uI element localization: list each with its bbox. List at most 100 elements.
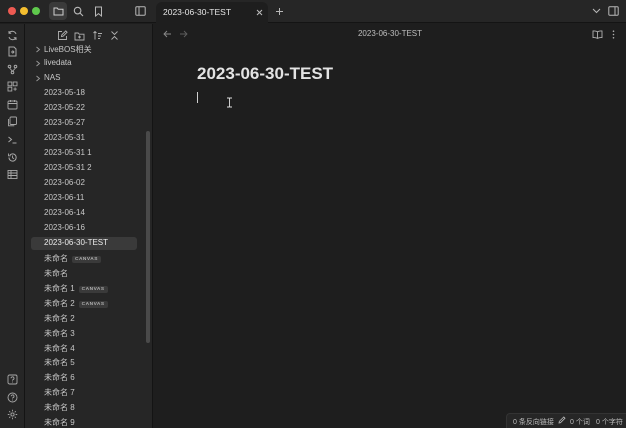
tree-item-label: 未命名 7 — [44, 388, 75, 398]
pencil-icon[interactable] — [558, 416, 566, 426]
tree-file[interactable]: 2023-05-27 — [31, 117, 137, 130]
more-options-button[interactable] — [607, 28, 619, 40]
tree-file[interactable]: 未命名 7 — [31, 386, 137, 399]
minimize-window-button[interactable] — [20, 7, 28, 15]
tree-item-label: 未命名 4 — [44, 343, 75, 353]
canvas-badge: CANVAS — [78, 285, 108, 293]
tab-close-button[interactable] — [253, 6, 265, 18]
toggle-right-sidebar-button[interactable] — [604, 2, 622, 20]
file-swap-icon[interactable] — [6, 45, 19, 58]
sidebar-scrollbar[interactable] — [146, 131, 150, 343]
tree-file[interactable]: 未命名 5 — [31, 356, 137, 369]
status-bar: 0 条反向链接 0 个词 0 个字符 — [506, 413, 626, 428]
tab-list-button[interactable] — [587, 2, 605, 20]
tree-item-label: 未命名 5 — [44, 358, 75, 368]
tree-item-label: 未命名 8 — [44, 403, 75, 413]
tree-item-label: 2023-06-30-TEST — [44, 237, 109, 247]
title-bar: 2023-06-30-TEST — [0, 0, 626, 23]
tab-title: 2023-06-30-TEST — [163, 7, 232, 17]
table-icon[interactable] — [6, 168, 19, 181]
bookmarks-view-button[interactable] — [89, 2, 107, 20]
tree-item-label: NAS — [44, 73, 61, 83]
tree-file[interactable]: 2023-05-18 — [31, 87, 137, 100]
reading-view-button[interactable] — [591, 28, 603, 40]
search-icon — [73, 6, 83, 16]
word-count: 0 个词 — [570, 419, 590, 426]
tree-file[interactable]: 2023-06-11 — [31, 192, 137, 205]
copy-pages-icon[interactable] — [6, 115, 19, 128]
tree-file[interactable]: 未命名 8 — [31, 401, 137, 414]
canvas-badge: CANVAS — [78, 300, 108, 308]
note-title[interactable]: 2023-06-30-TEST — [197, 64, 333, 84]
chevron-right-icon — [36, 61, 41, 67]
tree-file[interactable]: 未命名 2 CANVAS — [31, 297, 137, 310]
tree-folder[interactable]: LiveBOS相关 — [31, 43, 137, 56]
tree-file[interactable]: 2023-05-31 2 — [31, 162, 137, 175]
edit-icon — [58, 30, 68, 40]
tree-file[interactable]: 未命名 4 — [31, 342, 137, 355]
folder-icon — [53, 7, 63, 16]
tree-file[interactable]: 未命名 1 CANVAS — [31, 282, 137, 295]
zoom-window-button[interactable] — [32, 7, 40, 15]
new-note-button[interactable] — [56, 29, 69, 42]
bookmark-icon — [94, 6, 102, 17]
view-header-title[interactable]: 2023-06-30-TEST — [154, 29, 626, 38]
tree-file[interactable]: 2023-05-31 — [31, 132, 137, 145]
canvas-badge: CANVAS — [72, 255, 101, 263]
tree-file[interactable]: 2023-05-22 — [31, 102, 137, 115]
collapse-all-button[interactable] — [108, 29, 121, 42]
sync-icon[interactable] — [6, 29, 19, 42]
backlinks-count[interactable]: 0 条反向链接 — [513, 417, 554, 427]
canvas-grid-icon[interactable] — [6, 80, 19, 93]
calendar-icon[interactable] — [6, 98, 19, 111]
tree-folder[interactable]: NAS — [31, 72, 137, 85]
collapse-icon — [111, 31, 118, 40]
tree-file[interactable]: 2023-06-14 — [31, 207, 137, 220]
new-folder-button[interactable] — [73, 29, 86, 42]
tab-2023-06-30-test[interactable]: 2023-06-30-TEST — [156, 2, 268, 23]
graph-branch-icon[interactable] — [6, 63, 19, 76]
tree-item-label: 2023-05-18 — [44, 88, 85, 98]
tree-file[interactable]: 未命名 2 — [31, 312, 137, 325]
settings-gear-icon[interactable] — [6, 408, 19, 421]
terminal-icon[interactable] — [6, 133, 19, 146]
tree-file[interactable]: 2023-06-02 — [31, 177, 137, 190]
tree-item-label: LiveBOS相关 — [44, 44, 92, 54]
tree-item-label: 未命名 2 — [44, 313, 75, 323]
tree-file[interactable]: 未命名 CANVAS — [31, 252, 137, 265]
tree-item-label: 2023-06-02 — [44, 178, 85, 188]
chevron-right-icon — [36, 46, 41, 52]
tree-item-label: 未命名 1 CANVAS — [44, 283, 108, 294]
close-window-button[interactable] — [8, 7, 16, 15]
tree-item-label: 2023-05-31 — [44, 133, 85, 143]
tree-file[interactable]: 未命名 6 — [31, 371, 137, 384]
close-icon — [256, 9, 262, 15]
plus-icon — [275, 7, 283, 15]
tree-file[interactable]: 2023-06-16 — [31, 222, 137, 235]
tree-item-label: 未命名 3 — [44, 328, 75, 338]
editor-pane: 2023-06-30-TEST 2023-06-30-TEST — [154, 24, 626, 428]
tree-item-label: 2023-05-31 2 — [44, 163, 92, 173]
char-count: 0 个字符 — [596, 419, 623, 426]
toggle-left-sidebar-button[interactable] — [131, 2, 149, 20]
history-icon[interactable] — [6, 151, 19, 164]
tree-file[interactable]: 2023-05-31 1 — [31, 147, 137, 160]
help-box-icon[interactable] — [6, 373, 19, 386]
tree-file[interactable]: 未命名 — [31, 267, 137, 280]
tree-folder[interactable]: livedata — [31, 57, 137, 70]
search-view-button[interactable] — [69, 2, 87, 20]
more-vertical-icon — [612, 29, 614, 39]
help-circle-icon[interactable] — [6, 391, 19, 404]
files-view-button[interactable] — [49, 2, 67, 20]
tree-file[interactable]: 未命名 9 — [31, 416, 137, 428]
tree-file[interactable]: 未命名 3 — [31, 327, 137, 340]
tree-item-label: livedata — [44, 58, 72, 68]
sort-button[interactable] — [91, 29, 104, 42]
new-tab-button[interactable] — [270, 2, 288, 20]
sidebar-right-icon — [607, 6, 619, 16]
chevron-right-icon — [36, 76, 41, 82]
sort-icon — [93, 30, 102, 40]
ribbon — [0, 24, 25, 428]
tree-file[interactable]: 2023-06-30-TEST — [31, 236, 137, 250]
book-open-icon — [592, 29, 602, 39]
